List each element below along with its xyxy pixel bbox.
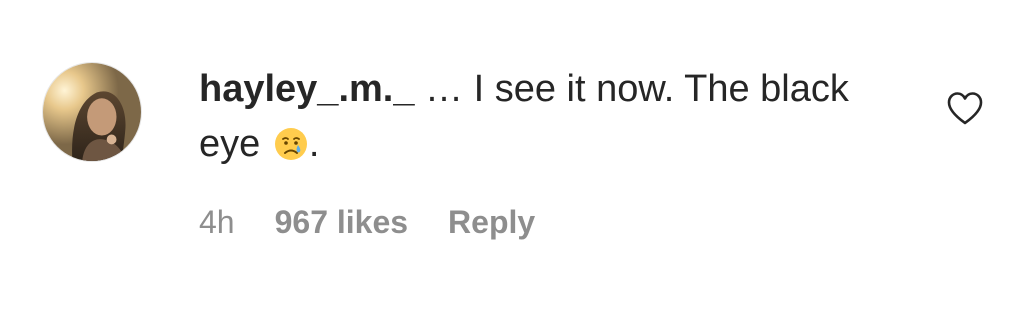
comment-username[interactable]: hayley_.m._ — [199, 68, 414, 110]
heart-outline-icon[interactable] — [946, 90, 984, 126]
comment-item: hayley_.m._ … I see it now. The black ey… — [0, 0, 1024, 309]
comment-meta: 4h 967 likes Reply — [199, 200, 535, 244]
comment-time[interactable]: 4h — [199, 200, 235, 244]
comment-body: hayley_.m._ … I see it now. The black ey… — [199, 62, 899, 172]
comment-likes[interactable]: 967 likes — [275, 200, 408, 244]
comment-text-end: . — [308, 123, 320, 165]
avatar[interactable] — [42, 62, 142, 162]
crying-face-icon — [273, 126, 309, 162]
reply-button[interactable]: Reply — [448, 200, 535, 244]
